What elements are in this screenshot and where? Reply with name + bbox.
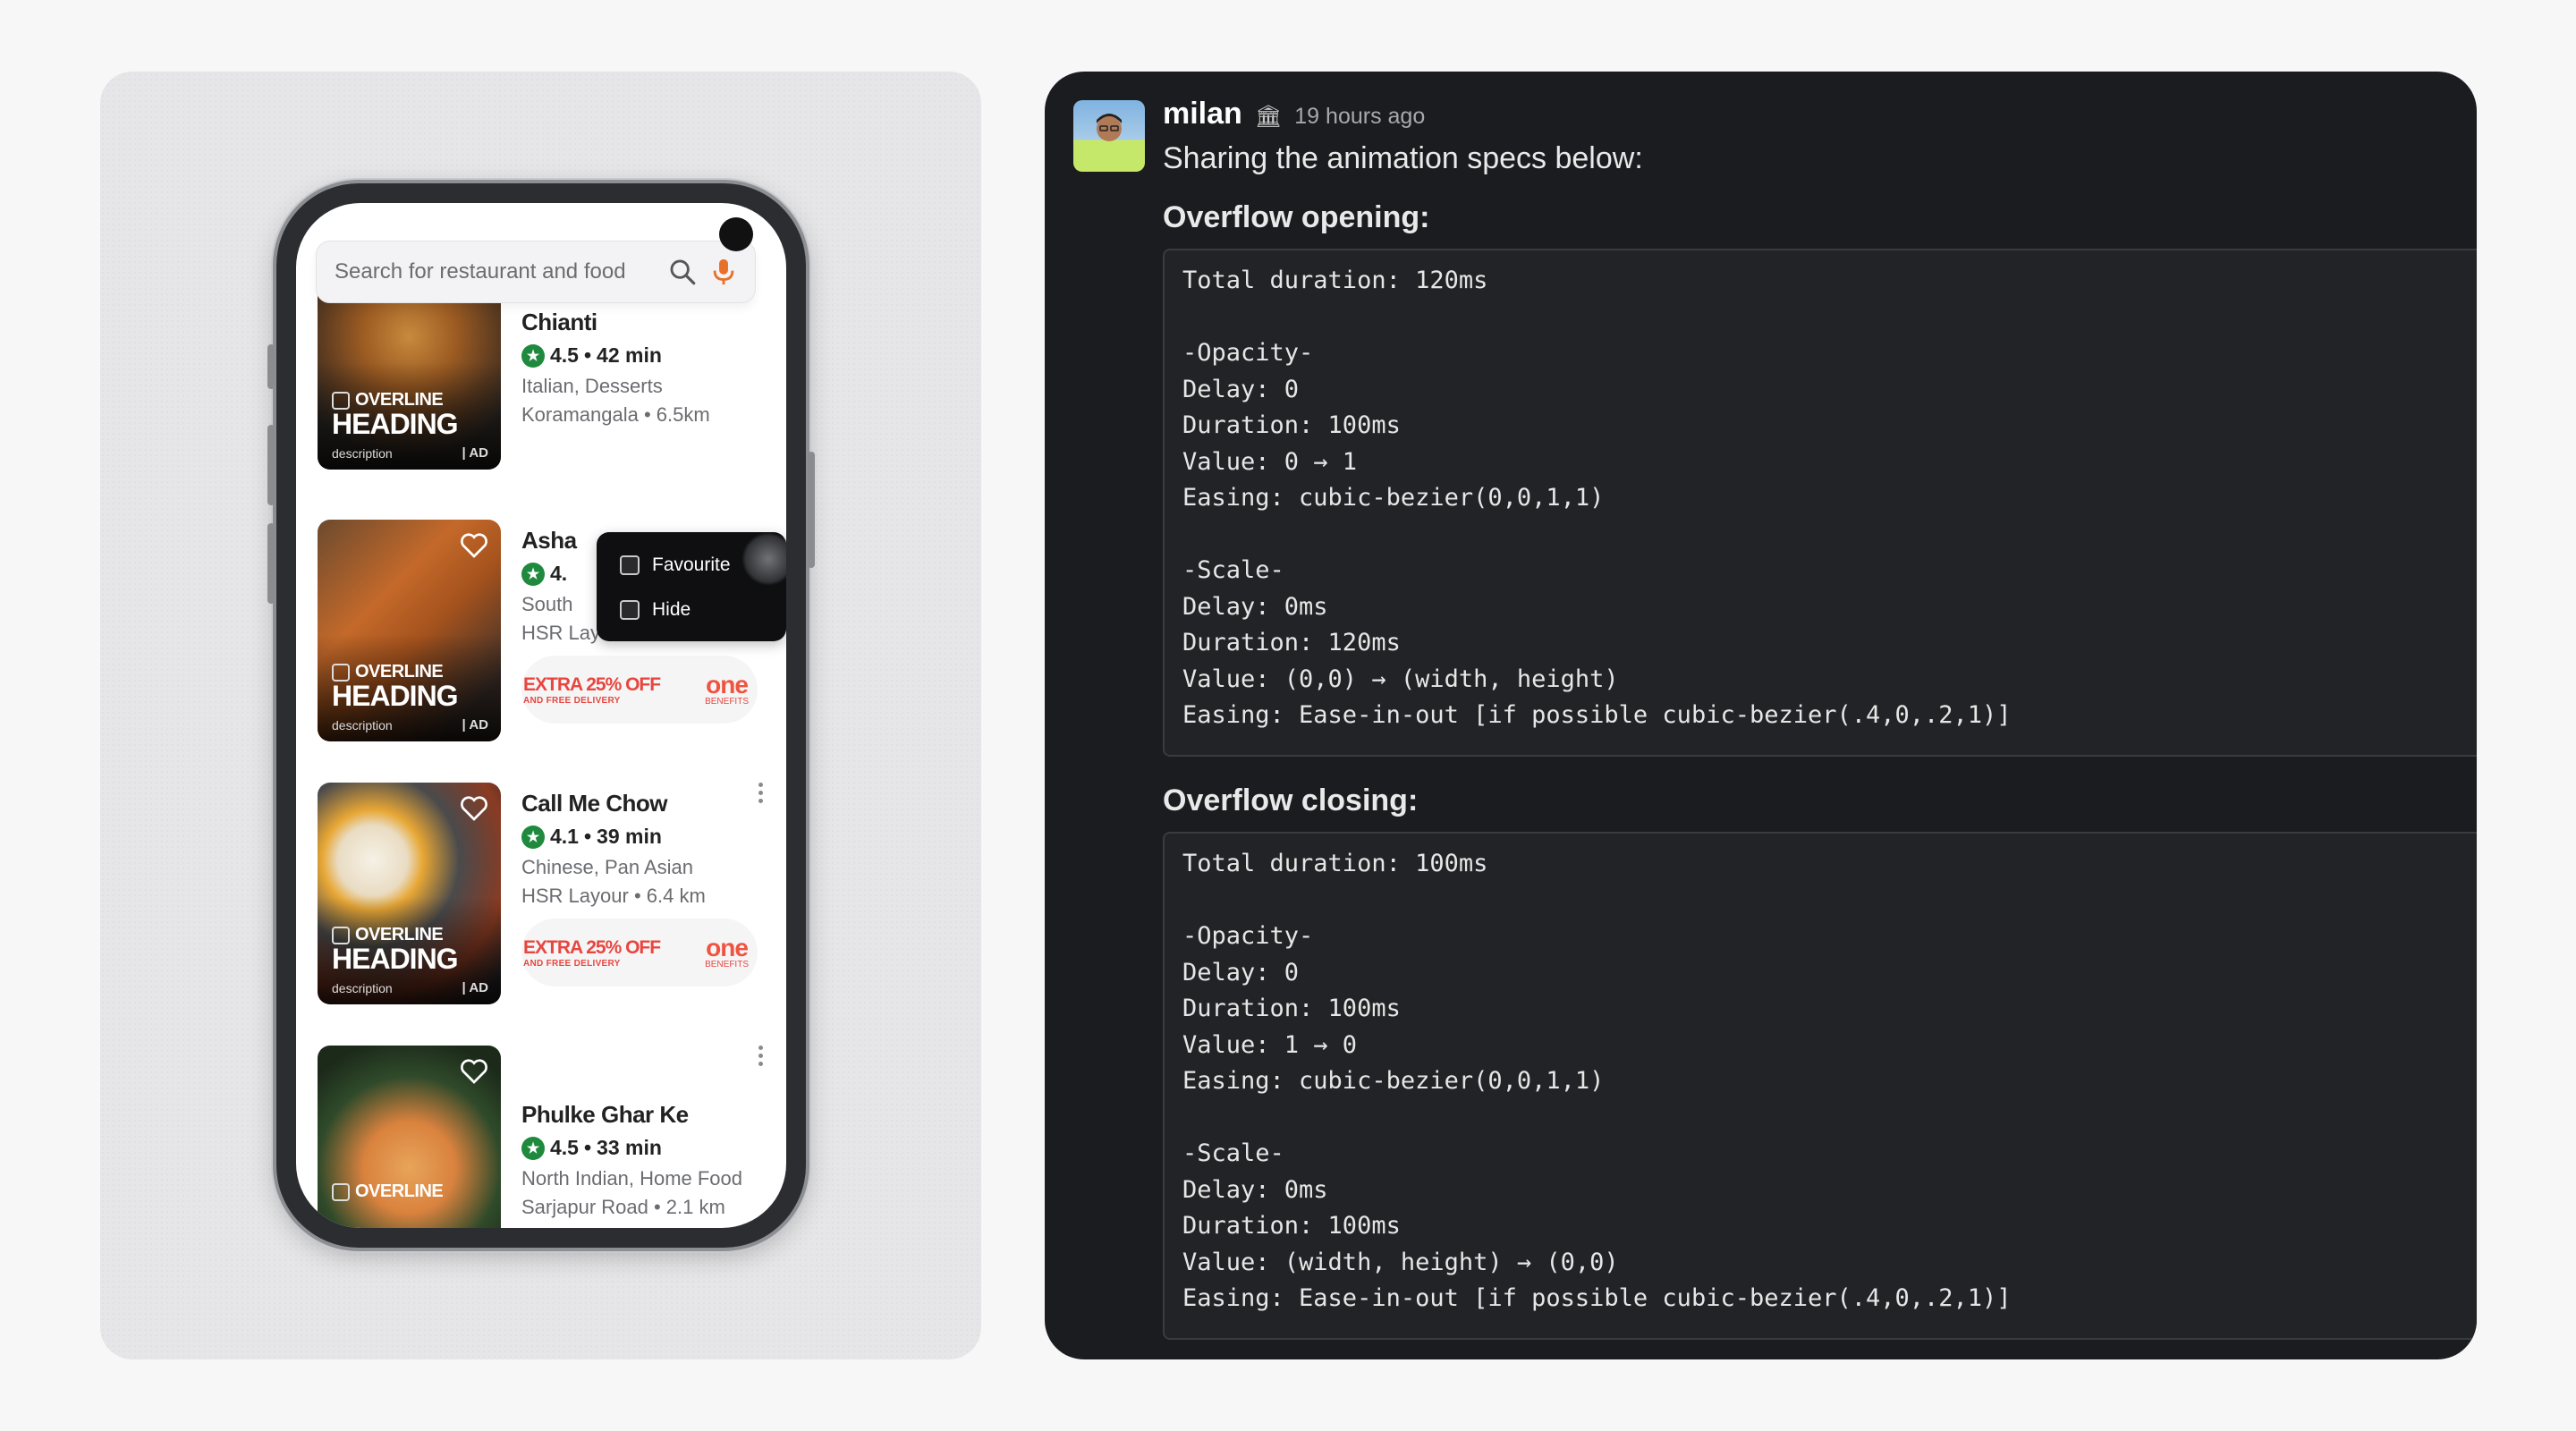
overflow-menu: Favourite Hide <box>597 532 786 641</box>
rating-row: ★ 4.5 • 42 min <box>521 343 763 368</box>
ad-description: description <box>332 718 393 732</box>
restaurant-info: Phulke Ghar Ke ★ 4.5 • 33 min North Indian… <box>521 1101 763 1219</box>
phone-screen: Search for restaurant and food OVERLINE … <box>296 203 786 1228</box>
star-icon: ★ <box>521 825 545 849</box>
offer-subtitle: AND FREE DELIVERY <box>523 958 621 969</box>
restaurant-name: Chianti <box>521 309 597 335</box>
hide-checkbox-icon <box>620 600 640 620</box>
offer-title: EXTRA 25% OFF <box>523 936 661 958</box>
chat-message-panel: milan 🏛 19 hours ago Sharing the animati… <box>1045 72 2477 1359</box>
code-block-closing: Total duration: 100ms -Opacity- Delay: 0… <box>1163 832 2477 1340</box>
restaurant-name: Call Me Chow <box>521 790 668 817</box>
star-icon: ★ <box>521 562 545 586</box>
heart-icon[interactable] <box>460 532 488 559</box>
message-text: Sharing the animation specs below: <box>1163 141 1643 175</box>
phone-volume-down-button <box>267 523 275 604</box>
offer-banner[interactable]: EXTRA 25% OFF AND FREE DELIVERY one BENE… <box>521 656 758 724</box>
code-block-opening: Total duration: 120ms -Opacity- Delay: 0… <box>1163 249 2477 757</box>
star-icon: ★ <box>521 343 545 368</box>
phone-frame: Search for restaurant and food OVERLINE … <box>267 183 815 1248</box>
phone-side-button <box>267 344 275 389</box>
cuisine-text: Chinese, Pan Asian <box>521 856 694 878</box>
section-title-opening: Overflow opening: <box>1163 200 1430 234</box>
location-text: Koramangala • 6.5km <box>521 403 710 426</box>
offer-title: EXTRA 25% OFF <box>523 673 661 695</box>
menu-item-hide[interactable]: Hide <box>597 588 786 632</box>
heart-icon[interactable] <box>460 1058 488 1085</box>
phone-preview-panel: Search for restaurant and food OVERLINE … <box>100 72 981 1359</box>
ad-heading: HEADING <box>332 943 459 975</box>
ad-label: | AD <box>462 980 488 995</box>
ad-label: | AD <box>462 717 488 732</box>
camera-hole <box>719 217 753 251</box>
avatar[interactable] <box>1073 100 1145 172</box>
ad-heading: HEADING <box>332 408 459 440</box>
rating-row: ★ 4.5 • 33 min <box>521 1136 763 1160</box>
section-title-closing: Overflow closing: <box>1163 783 1419 817</box>
location-text: Sarjapur Road • 2.1 km <box>521 1196 725 1218</box>
favourite-checkbox-icon <box>620 555 640 575</box>
restaurant-thumbnail: OVERLINE HEADING description | AD <box>318 783 501 1004</box>
ad-heading: HEADING <box>332 680 459 712</box>
one-benefits-logo: one BENEFITS <box>705 670 749 707</box>
search-icon[interactable] <box>667 257 698 287</box>
restaurant-info: Chianti ★ 4.5 • 42 min Italian, Desserts K… <box>521 309 763 427</box>
heart-icon[interactable] <box>460 795 488 822</box>
restaurant-thumbnail: OVERLINE <box>318 1046 501 1228</box>
message-header: milan 🏛 19 hours ago <box>1163 97 1425 131</box>
restaurant-thumbnail: OVERLINE HEADING description | AD <box>318 520 501 741</box>
phone-power-button <box>808 452 815 568</box>
search-bar[interactable]: Search for restaurant and food <box>316 241 756 303</box>
ad-description: description <box>332 446 393 461</box>
username[interactable]: milan <box>1163 97 1242 131</box>
status-emoji-icon: 🏛 <box>1254 105 1283 129</box>
restaurant-name: Phulke Ghar Ke <box>521 1101 689 1128</box>
ad-overline: OVERLINE <box>332 1181 444 1202</box>
one-benefits-logo: one BENEFITS <box>705 933 749 970</box>
star-icon: ★ <box>521 1136 545 1160</box>
offer-banner[interactable]: EXTRA 25% OFF AND FREE DELIVERY one BENE… <box>521 919 758 986</box>
rating-row: ★ 4.1 • 39 min <box>521 825 763 849</box>
offer-subtitle: AND FREE DELIVERY <box>523 695 621 706</box>
timestamp[interactable]: 19 hours ago <box>1294 104 1425 130</box>
phone-volume-up-button <box>267 425 275 505</box>
ad-label: | AD <box>462 445 488 461</box>
restaurant-card[interactable]: OVERLINE HEADING description | AD Call M… <box>318 783 765 1006</box>
location-text: HSR Layour • 6.4 km <box>521 885 706 907</box>
search-input[interactable]: Search for restaurant and food <box>335 259 667 284</box>
mic-icon[interactable] <box>710 257 737 287</box>
restaurant-info: Call Me Chow ★ 4.1 • 39 min Chinese, Pan A… <box>521 790 763 986</box>
more-options-icon[interactable] <box>756 1046 765 1072</box>
restaurant-card[interactable]: OVERLINE Phulke Ghar Ke ★ 4.5 • 33 min Nor… <box>318 1046 765 1228</box>
user-avatar-icon <box>1091 114 1127 172</box>
cuisine-text: North Indian, Home Food <box>521 1167 743 1190</box>
ad-description: description <box>332 981 393 995</box>
cuisine-text: Italian, Desserts <box>521 375 663 397</box>
